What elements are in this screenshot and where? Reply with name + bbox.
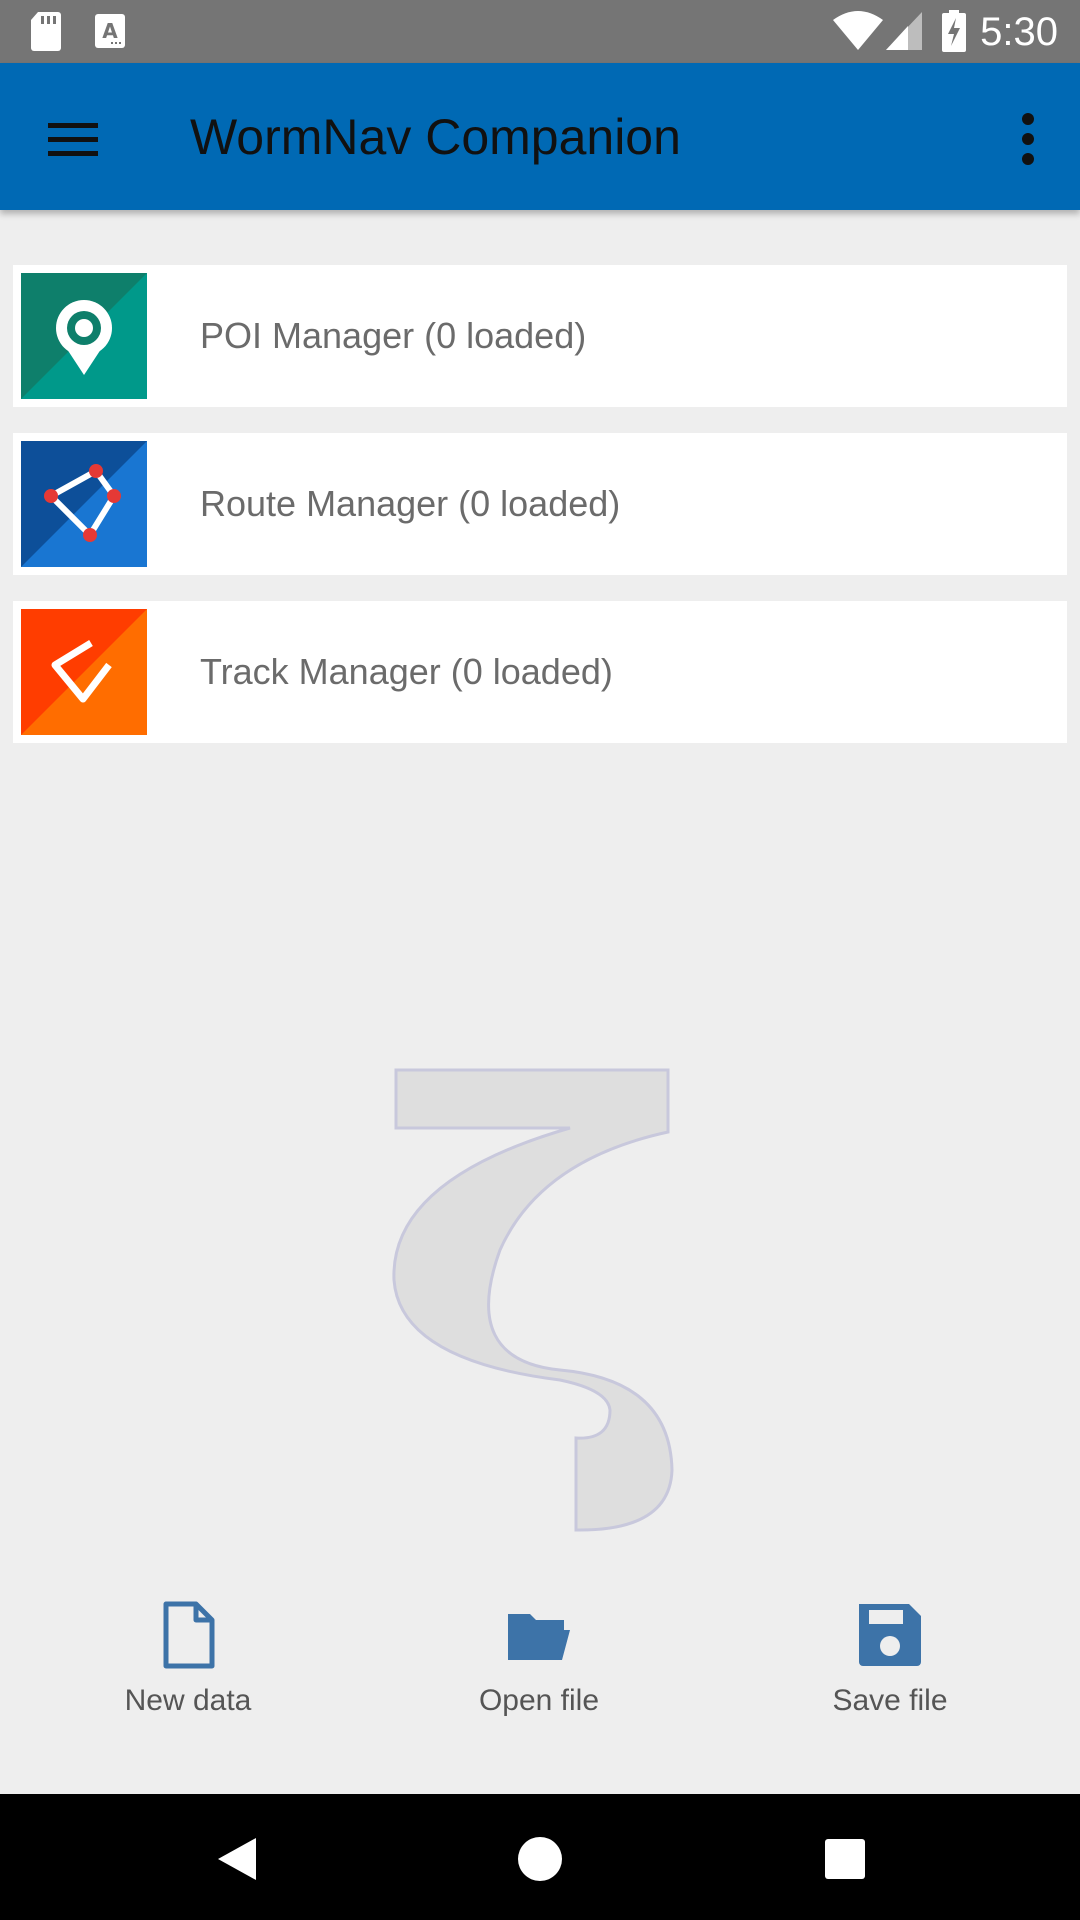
open-file-label: Open file bbox=[478, 1684, 600, 1717]
keyboard-a-icon: A bbox=[95, 14, 125, 48]
app-bar: WormNav Companion bbox=[0, 63, 1080, 210]
status-time: 5:30 bbox=[980, 10, 1058, 54]
track-manager-item[interactable]: Track Manager (0 loaded) bbox=[13, 601, 1067, 743]
wifi-icon bbox=[833, 11, 883, 50]
route-icon bbox=[21, 441, 147, 567]
sd-card-icon bbox=[31, 12, 61, 51]
zeta-logo-watermark bbox=[392, 1068, 674, 1532]
system-nav-bar bbox=[0, 1794, 1080, 1920]
poi-manager-item[interactable]: POI Manager (0 loaded) bbox=[13, 265, 1067, 407]
save-file-button[interactable]: Save file bbox=[780, 1600, 1000, 1740]
new-data-button[interactable]: New data bbox=[78, 1600, 298, 1740]
save-file-label: Save file bbox=[832, 1684, 948, 1717]
folder-open-icon bbox=[508, 1614, 570, 1660]
back-icon[interactable] bbox=[200, 1824, 270, 1894]
signal-icon bbox=[886, 12, 922, 50]
save-icon bbox=[859, 1604, 921, 1666]
track-icon bbox=[21, 609, 147, 735]
new-data-label: New data bbox=[124, 1684, 252, 1717]
menu-icon[interactable] bbox=[32, 99, 112, 179]
poi-manager-label: POI Manager (0 loaded) bbox=[200, 315, 587, 356]
open-file-button[interactable]: Open file bbox=[429, 1600, 649, 1740]
svg-text:A: A bbox=[102, 19, 118, 43]
status-bar: A 5:30 bbox=[0, 0, 1080, 63]
battery-charging-icon bbox=[942, 10, 966, 52]
recents-icon[interactable] bbox=[810, 1824, 880, 1894]
home-icon[interactable] bbox=[505, 1824, 575, 1894]
more-vert-icon[interactable] bbox=[998, 99, 1058, 179]
route-manager-item[interactable]: Route Manager (0 loaded) bbox=[13, 433, 1067, 575]
app-title: WormNav Companion bbox=[190, 109, 681, 165]
poi-icon bbox=[21, 273, 147, 399]
route-manager-label: Route Manager (0 loaded) bbox=[200, 483, 621, 524]
new-file-icon bbox=[163, 1601, 215, 1669]
track-manager-label: Track Manager (0 loaded) bbox=[200, 651, 613, 692]
